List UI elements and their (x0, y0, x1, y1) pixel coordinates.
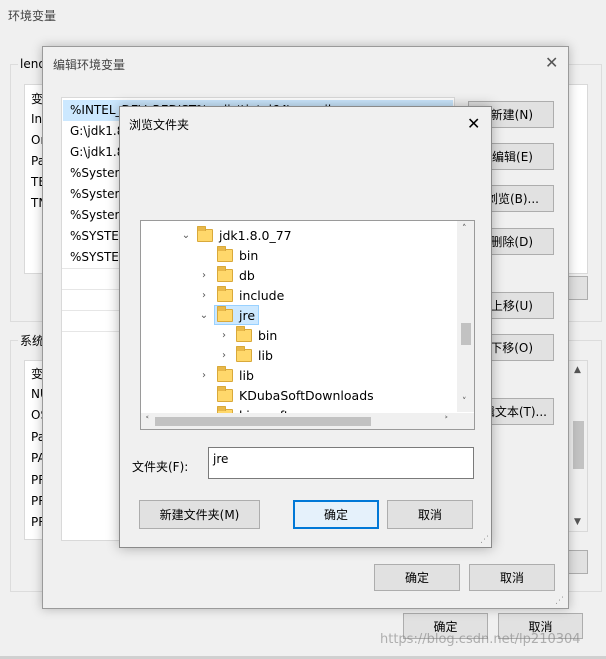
tree-item[interactable]: › db (197, 265, 255, 285)
watermark: https://blog.csdn.net/lp210304 (380, 632, 581, 647)
folder-tree[interactable]: ⌄ jdk1.8.0_77 bin › db › include ⌄ jre › (140, 220, 475, 430)
scroll-right-icon[interactable]: ˃ (444, 416, 449, 426)
close-icon[interactable]: ✕ (545, 55, 558, 71)
scroll-down-icon[interactable]: ▼ (574, 517, 581, 527)
tree-item[interactable]: › lib (197, 365, 254, 385)
path-entry[interactable]: %System (70, 205, 126, 226)
env-window-title: 环境变量 (8, 9, 57, 23)
tree-horizontal-scrollbar[interactable]: ˂ ˃ (141, 413, 457, 429)
tree-item-label: KDubaSoftDownloads (239, 387, 374, 403)
scrollbar-corner (457, 413, 474, 429)
folder-name-input[interactable]: jre (208, 447, 474, 479)
chevron-down-icon[interactable]: ⌄ (179, 228, 193, 242)
tree-item[interactable]: ⌄ jdk1.8.0_77 (179, 225, 292, 245)
scroll-left-icon[interactable]: ˂ (145, 416, 150, 426)
close-icon[interactable]: ✕ (467, 116, 480, 132)
browse-folder-dialog: 浏览文件夹 ✕ ⌄ jdk1.8.0_77 bin › db › include… (119, 106, 492, 548)
chevron-right-icon[interactable]: › (197, 368, 211, 382)
folder-name-value: jre (213, 452, 229, 466)
tree-item-label: jre (239, 307, 256, 323)
resize-grip-icon[interactable]: ⋰ (480, 535, 489, 545)
tree-item-label: db (239, 267, 255, 283)
tree-item-label: bin (239, 247, 259, 263)
user-vars-right-strip (568, 84, 588, 274)
chevron-right-icon[interactable]: › (197, 288, 211, 302)
browse-cancel-button[interactable]: 取消 (387, 500, 473, 529)
system-vars-scrollbar[interactable]: ▲ ▼ (568, 360, 588, 532)
path-entry[interactable]: %System (70, 184, 126, 205)
path-entry[interactable]: G:\jdk1.8 (70, 142, 124, 163)
tree-item-label: bin (258, 327, 278, 343)
scroll-up-icon[interactable]: ˄ (462, 224, 467, 234)
browse-dialog-title: 浏览文件夹 (129, 118, 190, 132)
path-entry[interactable]: %System (70, 163, 126, 184)
tree-item[interactable]: bin (217, 245, 258, 265)
tree-item-label: jdk1.8.0_77 (219, 227, 292, 243)
tree-item-label: include (239, 287, 285, 303)
scroll-up-icon[interactable]: ▲ (574, 365, 581, 375)
chevron-right-icon[interactable]: › (217, 328, 231, 342)
folder-icon (236, 325, 252, 342)
scroll-down-icon[interactable]: ˅ (462, 397, 467, 407)
tree-item-selected[interactable]: ⌄ jre (197, 305, 260, 325)
folder-icon (217, 385, 233, 402)
folder-icon (217, 245, 233, 262)
chevron-down-icon[interactable]: ⌄ (197, 308, 211, 322)
chevron-right-icon[interactable]: › (217, 348, 231, 362)
selection-highlight: jre (214, 305, 260, 325)
user-vars-right-button[interactable] (568, 276, 588, 300)
tree-item[interactable]: › include (197, 285, 284, 305)
edit-cancel-button[interactable]: 取消 (469, 564, 555, 591)
tree-item-label: lib (258, 347, 273, 363)
scroll-thumb[interactable] (573, 421, 584, 469)
folder-icon (217, 265, 233, 282)
tree-vertical-scrollbar[interactable]: ˄ ˅ (457, 221, 474, 412)
edit-window-title: 编辑环境变量 (53, 58, 126, 72)
system-vars-right-button[interactable] (568, 550, 588, 574)
folder-icon (217, 365, 233, 382)
tree-item[interactable]: KDubaSoftDownloads (199, 385, 374, 405)
scroll-thumb[interactable] (155, 417, 371, 426)
new-folder-button[interactable]: 新建文件夹(M) (139, 500, 260, 529)
folder-icon (217, 305, 233, 322)
browse-ok-button[interactable]: 确定 (293, 500, 379, 529)
resize-grip-icon[interactable]: ⋰ (555, 596, 564, 606)
folder-icon (197, 225, 213, 242)
tree-item-label: lib (239, 367, 254, 383)
edit-ok-button[interactable]: 确定 (374, 564, 460, 591)
folder-icon (236, 345, 252, 362)
path-entry[interactable]: G:\jdk1.8 (70, 121, 124, 142)
scroll-thumb[interactable] (461, 323, 471, 345)
tree-item[interactable]: › bin (217, 325, 277, 345)
folder-field-label: 文件夹(F): (132, 460, 189, 474)
chevron-right-icon[interactable]: › (197, 268, 211, 282)
folder-icon (217, 285, 233, 302)
tree-item[interactable]: › lib (217, 345, 273, 365)
